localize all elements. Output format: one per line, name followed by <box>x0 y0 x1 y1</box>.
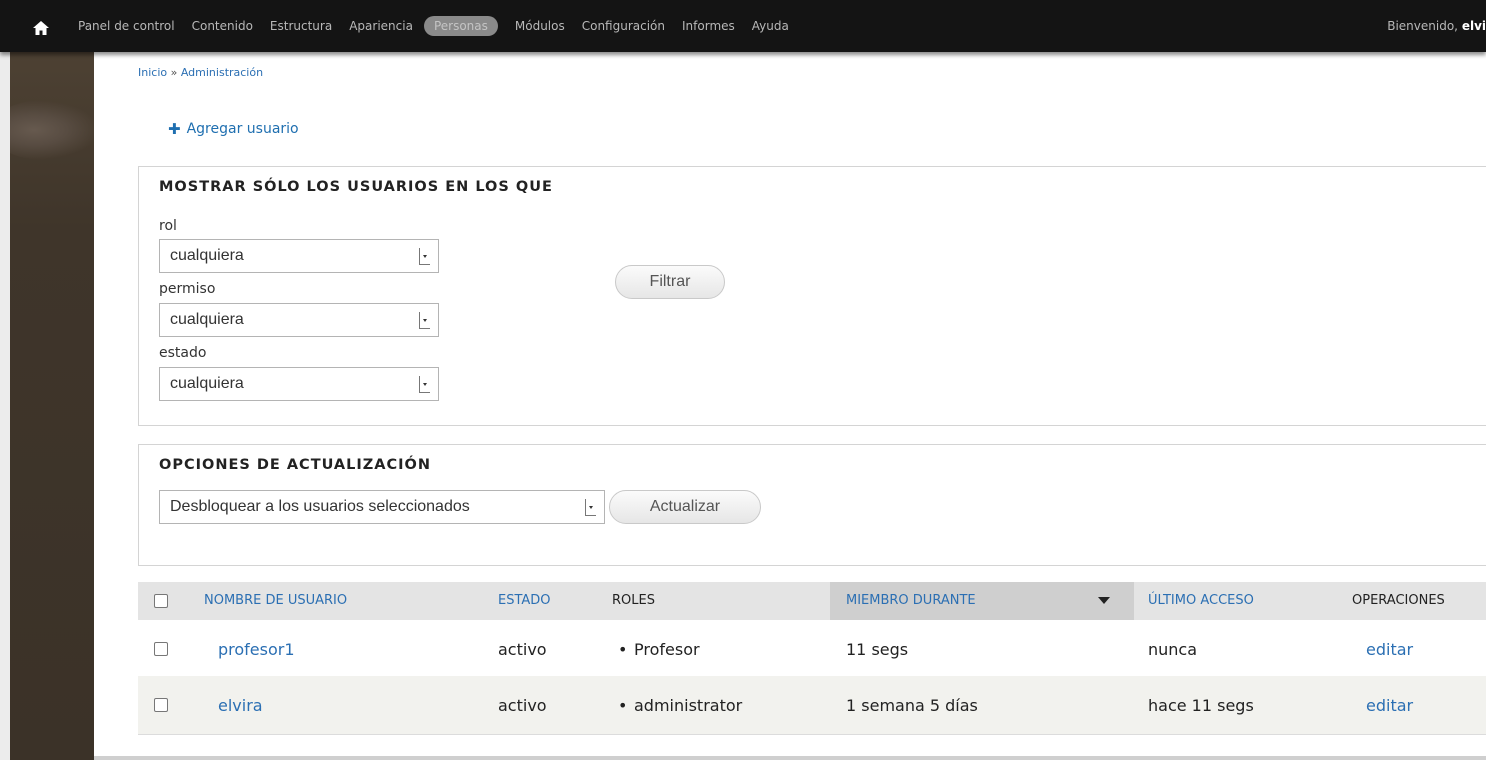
update-action-select[interactable]: Desbloquear a los usuarios seleccionados <box>159 490 605 524</box>
select-all-checkbox[interactable] <box>154 594 168 608</box>
menu-item-personas[interactable]: Personas <box>423 16 498 36</box>
member-for-cell: 1 semana 5 días <box>846 696 978 715</box>
toolbar-menu: Panel de control Contenido Estructura Ap… <box>78 0 806 52</box>
table-bottom-border <box>138 734 1486 735</box>
plus-icon: ✚ <box>168 120 181 138</box>
menu-item-modulos[interactable]: Módulos <box>515 17 565 35</box>
sort-desc-icon[interactable] <box>1098 597 1110 605</box>
filter-fieldset: MOSTRAR SÓLO LOS USUARIOS EN LOS QUE rol… <box>138 166 1486 426</box>
dropdown-arrow-icon <box>419 311 430 329</box>
welcome-user-link[interactable]: elvi <box>1462 19 1486 33</box>
menu-item-configuracion[interactable]: Configuración <box>582 17 665 35</box>
status-cell: activo <box>498 696 547 715</box>
header-status[interactable]: ESTADO <box>498 593 551 608</box>
menu-item-ayuda[interactable]: Ayuda <box>752 17 789 35</box>
username-link[interactable]: profesor1 <box>218 640 295 659</box>
permission-select[interactable]: cualquiera <box>159 303 439 337</box>
status-label: estado <box>159 345 207 361</box>
row-checkbox[interactable] <box>154 642 168 656</box>
add-user-link[interactable]: ✚ Agregar usuario <box>168 120 299 138</box>
edit-link[interactable]: editar <box>1366 696 1413 715</box>
breadcrumb-separator: » <box>170 66 178 79</box>
dropdown-arrow-icon <box>585 498 596 516</box>
permission-select-value: cualquiera <box>170 311 244 328</box>
role-select[interactable]: cualquiera <box>159 239 439 273</box>
update-fieldset: OPCIONES DE ACTUALIZACIÓN Desbloquear a … <box>138 444 1486 566</box>
permission-label: permiso <box>159 281 216 297</box>
role-label: rol <box>159 218 177 234</box>
filter-legend: MOSTRAR SÓLO LOS USUARIOS EN LOS QUE <box>159 179 553 195</box>
table-row <box>138 676 1486 734</box>
status-select[interactable]: cualquiera <box>159 367 439 401</box>
status-select-value: cualquiera <box>170 375 244 392</box>
background-decoration <box>0 100 100 160</box>
home-icon[interactable] <box>32 20 50 36</box>
status-cell: activo <box>498 640 547 659</box>
header-roles: ROLES <box>612 593 655 608</box>
add-user-label: Agregar usuario <box>186 121 299 137</box>
update-action-value: Desbloquear a los usuarios seleccionados <box>170 498 470 515</box>
update-legend: OPCIONES DE ACTUALIZACIÓN <box>159 457 432 473</box>
breadcrumb-home-link[interactable]: Inicio <box>138 66 167 79</box>
menu-item-contenido[interactable]: Contenido <box>192 17 253 35</box>
header-last-access[interactable]: ÚLTIMO ACCESO <box>1148 593 1254 608</box>
bottom-border <box>94 756 1486 760</box>
dropdown-arrow-icon <box>419 247 430 265</box>
filter-button[interactable]: Filtrar <box>615 265 725 299</box>
last-access-cell: nunca <box>1148 640 1198 659</box>
header-operations: OPERACIONES <box>1352 593 1445 608</box>
overlay-background <box>0 52 100 760</box>
role-bullet: • <box>618 696 628 715</box>
breadcrumb-admin-link[interactable]: Administración <box>181 66 263 79</box>
welcome-text: Bienvenido, elvi <box>1387 19 1486 33</box>
header-username[interactable]: NOMBRE DE USUARIO <box>204 593 347 608</box>
edit-link[interactable]: editar <box>1366 640 1413 659</box>
overlay-content: Inicio » Administración ✚ Agregar usuari… <box>94 52 1486 760</box>
header-member-for[interactable]: MIEMBRO DURANTE <box>846 593 976 608</box>
role-bullet: • <box>618 640 628 659</box>
username-link[interactable]: elvira <box>218 696 263 715</box>
update-button[interactable]: Actualizar <box>609 490 761 524</box>
users-table: NOMBRE DE USUARIO ESTADO ROLES MIEMBRO D… <box>138 582 1486 738</box>
role-cell: administrator <box>634 696 743 715</box>
admin-toolbar: Panel de control Contenido Estructura Ap… <box>0 0 1486 52</box>
breadcrumb: Inicio » Administración <box>138 66 263 79</box>
row-checkbox[interactable] <box>154 698 168 712</box>
menu-item-estructura[interactable]: Estructura <box>270 17 332 35</box>
member-for-cell: 11 segs <box>846 640 909 659</box>
dropdown-arrow-icon <box>419 375 430 393</box>
table-row <box>138 620 1486 676</box>
role-select-value: cualquiera <box>170 247 244 264</box>
left-frame <box>0 52 10 760</box>
last-access-cell: hace 11 segs <box>1148 696 1254 715</box>
menu-item-informes[interactable]: Informes <box>682 17 735 35</box>
role-cell: Profesor <box>634 640 700 659</box>
welcome-prefix: Bienvenido, <box>1387 19 1458 33</box>
menu-item-panel-de-control[interactable]: Panel de control <box>78 17 175 35</box>
menu-item-apariencia[interactable]: Apariencia <box>349 17 413 35</box>
